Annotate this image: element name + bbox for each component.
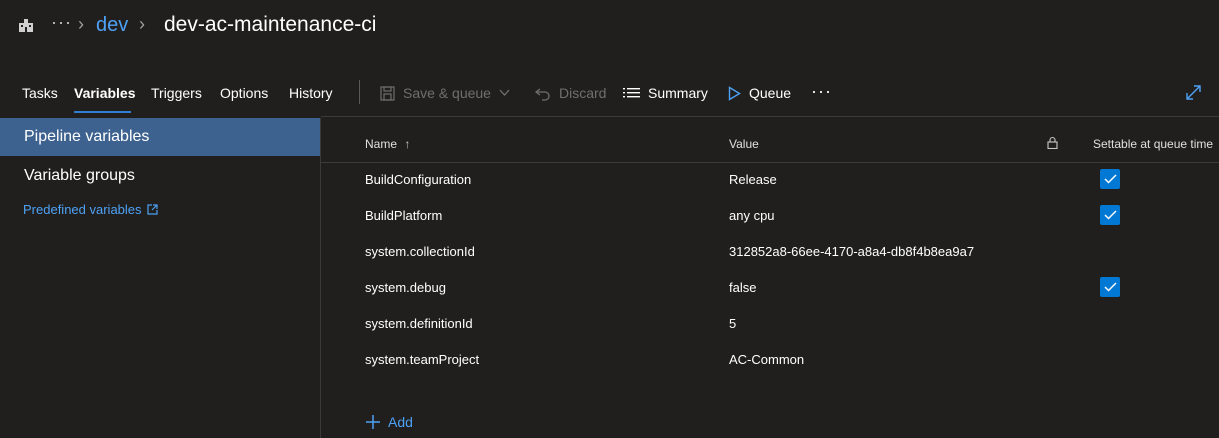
list-icon <box>623 87 640 97</box>
more-actions-button[interactable]: ··· <box>811 81 832 102</box>
table-row[interactable]: BuildConfiguration Release <box>321 162 1219 198</box>
add-label: Add <box>388 414 413 430</box>
discard-button[interactable]: Discard <box>535 85 606 101</box>
queue-button[interactable]: Queue <box>728 85 791 101</box>
variable-name[interactable]: system.teamProject <box>365 352 479 367</box>
chevron-right-icon: › <box>139 14 145 34</box>
active-tab-indicator <box>74 111 131 113</box>
breadcrumb-more[interactable]: ··· <box>51 12 72 33</box>
chevron-right-icon: › <box>78 14 84 34</box>
checkmark-icon <box>1103 174 1117 184</box>
undo-icon <box>535 87 550 101</box>
sidebar-item-pipeline-variables[interactable]: Pipeline variables <box>0 118 320 156</box>
add-variable-button[interactable]: Add <box>365 414 413 430</box>
summary-label: Summary <box>648 85 708 101</box>
variable-name[interactable]: BuildPlatform <box>365 208 442 223</box>
table-row[interactable]: system.teamProject AC-Common <box>321 342 1219 378</box>
save-queue-button[interactable]: Save & queue <box>380 85 510 101</box>
variable-name[interactable]: system.collectionId <box>365 244 475 259</box>
breadcrumb-dev[interactable]: dev <box>96 14 128 37</box>
header-bar: ··· › dev › dev-ac-maintenance-ci <box>0 0 1219 54</box>
column-header-value: Value <box>729 137 759 151</box>
predefined-variables-label: Predefined variables <box>23 202 142 217</box>
name-header-label: Name <box>365 137 398 151</box>
page-title: dev-ac-maintenance-ci <box>164 13 377 36</box>
expand-icon[interactable] <box>1185 84 1202 101</box>
toolbar-divider <box>359 80 360 104</box>
variable-value[interactable]: false <box>729 280 756 295</box>
tab-variables[interactable]: Variables <box>74 85 136 101</box>
table-row[interactable]: system.debug false <box>321 270 1219 306</box>
variable-value[interactable]: any cpu <box>729 208 775 223</box>
settable-checkbox[interactable] <box>1100 205 1120 225</box>
sort-ascending-icon: ↑ <box>404 137 411 151</box>
settable-checkbox[interactable] <box>1100 277 1120 297</box>
queue-label: Queue <box>749 85 792 101</box>
checkmark-icon <box>1103 282 1117 292</box>
column-header-name[interactable]: Name ↑ <box>365 137 410 151</box>
plus-icon <box>366 415 380 429</box>
sidebar-item-variable-groups[interactable]: Variable groups <box>0 157 320 195</box>
play-icon <box>728 85 741 101</box>
column-header-settable: Settable at queue time <box>1093 137 1214 151</box>
variable-name[interactable]: BuildConfiguration <box>365 172 471 187</box>
tab-options[interactable]: Options <box>220 85 268 101</box>
save-queue-label: Save & queue <box>403 85 491 101</box>
predefined-variables-link[interactable]: Predefined variables <box>23 202 158 217</box>
variable-value[interactable]: AC-Common <box>729 352 804 367</box>
organization-icon[interactable] <box>17 17 35 35</box>
tab-tasks[interactable]: Tasks <box>22 85 58 101</box>
table-row[interactable]: BuildPlatform any cpu <box>321 198 1219 234</box>
table-row[interactable]: system.collectionId 312852a8-66ee-4170-a… <box>321 234 1219 270</box>
toolbar: Tasks Variables Triggers Options History… <box>0 72 1219 114</box>
settable-checkbox[interactable] <box>1100 169 1120 189</box>
save-icon <box>380 85 395 101</box>
external-link-icon <box>146 204 158 215</box>
variables-grid-header: Name ↑ Value Settable at queue time <box>321 124 1219 163</box>
table-row[interactable]: system.definitionId 5 <box>321 306 1219 342</box>
tab-history[interactable]: History <box>289 85 333 101</box>
tab-triggers[interactable]: Triggers <box>151 85 202 101</box>
variable-value[interactable]: 5 <box>729 316 736 331</box>
lock-icon <box>1047 136 1058 149</box>
checkmark-icon <box>1103 210 1117 220</box>
variable-name[interactable]: system.debug <box>365 280 446 295</box>
chevron-down-icon <box>499 89 510 96</box>
variable-value[interactable]: 312852a8-66ee-4170-a8a4-db8f4b8ea9a7 <box>729 244 974 259</box>
variable-name[interactable]: system.definitionId <box>365 316 473 331</box>
sidebar: Pipeline variables Variable groups Prede… <box>0 118 321 438</box>
summary-button[interactable]: Summary <box>623 85 708 101</box>
content-divider <box>321 116 1219 117</box>
discard-label: Discard <box>559 85 607 101</box>
variable-value[interactable]: Release <box>729 172 777 187</box>
